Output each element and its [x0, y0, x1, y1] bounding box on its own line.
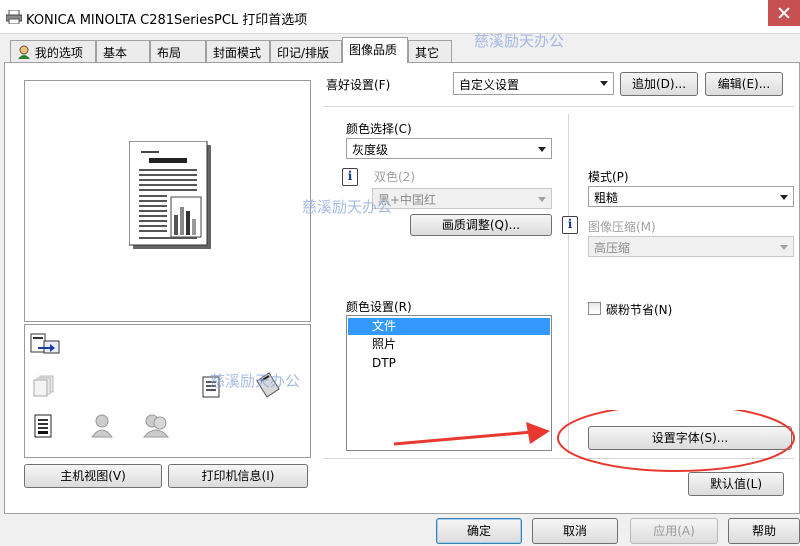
watermark: 慈溪励天办公: [474, 32, 565, 50]
user-icon: [18, 45, 30, 59]
column-divider: [568, 114, 569, 454]
list-item-dtp[interactable]: DTP: [348, 355, 550, 372]
color-settings-label: 颜色设置(R): [346, 300, 412, 314]
tab-stamp-layout[interactable]: 印记/排版: [270, 40, 342, 62]
tab-label: 封面模式: [213, 46, 262, 60]
watermark: 慈溪励天办公: [302, 198, 393, 216]
tab-layout[interactable]: 布局: [150, 40, 206, 62]
ok-button[interactable]: 确定: [436, 518, 522, 544]
chevron-down-icon: [600, 81, 608, 86]
copies-icon: [33, 375, 54, 397]
toner-save-label: 碳粉节省(N): [606, 303, 673, 317]
main-view-button[interactable]: 主机视图(V): [24, 464, 162, 488]
info-icon: i: [342, 168, 358, 186]
window-title: KONICA MINOLTA C281SeriesPCL 打印首选项: [26, 13, 308, 28]
close-button[interactable]: [768, 0, 800, 26]
annotation-arrowhead: [526, 422, 550, 444]
cancel-button[interactable]: 取消: [532, 518, 618, 544]
color-select-dropdown[interactable]: 灰度级: [346, 138, 552, 159]
favorites-label: 喜好设置(F): [326, 78, 391, 92]
image-compression-label: 图像压缩(M): [588, 220, 656, 234]
color-select-value: 灰度级: [352, 143, 389, 157]
chevron-down-icon: [780, 245, 788, 250]
toner-save-checkbox[interactable]: [588, 302, 601, 315]
apply-button[interactable]: 应用(A): [630, 518, 718, 544]
tab-other[interactable]: 其它: [408, 40, 452, 62]
favorites-value: 自定义设置: [459, 78, 520, 92]
printer-icon: [6, 10, 22, 24]
device-option-icon: [30, 333, 60, 354]
tab-label: 基本: [103, 46, 128, 60]
output-tray-icon: [34, 414, 52, 438]
tab-my-options[interactable]: 我的选项: [10, 40, 96, 62]
tab-image-quality[interactable]: 图像品质: [342, 37, 408, 63]
tab-label: 印记/排版: [277, 46, 330, 60]
tab-cover-mode[interactable]: 封面模式: [206, 40, 270, 62]
image-compression-value: 高压缩: [594, 241, 631, 255]
mode-value: 粗糙: [594, 191, 619, 205]
info-icon: i: [562, 216, 578, 234]
dual-color-dropdown[interactable]: 黑+中国红: [372, 188, 552, 209]
print-preview: [24, 80, 311, 322]
annotation-overlay: [393, 410, 795, 472]
edit-favorite-button[interactable]: 编辑(E)...: [705, 72, 783, 96]
tab-basic[interactable]: 基本: [96, 40, 150, 62]
color-select-label: 颜色选择(C): [346, 122, 412, 136]
tab-label: 其它: [415, 46, 440, 60]
chevron-down-icon: [538, 197, 546, 202]
user-auth-icon: [91, 414, 113, 438]
add-favorite-button[interactable]: 追加(D)...: [620, 72, 698, 96]
help-button[interactable]: 帮助: [728, 518, 800, 544]
mode-dropdown[interactable]: 粗糙: [588, 186, 794, 207]
list-item-document[interactable]: 文件: [348, 318, 550, 335]
title-bar: KONICA MINOLTA C281SeriesPCL 打印首选项: [0, 0, 800, 34]
account-track-icon: [142, 414, 170, 438]
favorites-select[interactable]: 自定义设置: [453, 72, 614, 95]
annotation-arrow: [393, 430, 533, 446]
list-item-photo[interactable]: 照片: [348, 336, 550, 353]
page-preview-icon: [129, 141, 211, 249]
tab-label: 我的选项: [34, 46, 83, 60]
chevron-down-icon: [538, 147, 546, 152]
mode-label: 模式(P): [588, 170, 629, 184]
tab-label: 图像品质: [349, 43, 398, 57]
chevron-down-icon: [780, 195, 788, 200]
device-status-panel: [24, 324, 311, 458]
annotation-ellipse: [557, 410, 795, 472]
quality-adjust-button[interactable]: 画质调整(Q)...: [410, 214, 552, 236]
printer-info-button[interactable]: 打印机信息(I): [168, 464, 308, 488]
dual-color-label: 双色(2): [374, 170, 415, 184]
tab-label: 布局: [157, 46, 182, 60]
image-compression-dropdown[interactable]: 高压缩: [588, 236, 794, 257]
watermark: 慈溪励天办公: [210, 372, 301, 390]
separator: [324, 106, 794, 107]
